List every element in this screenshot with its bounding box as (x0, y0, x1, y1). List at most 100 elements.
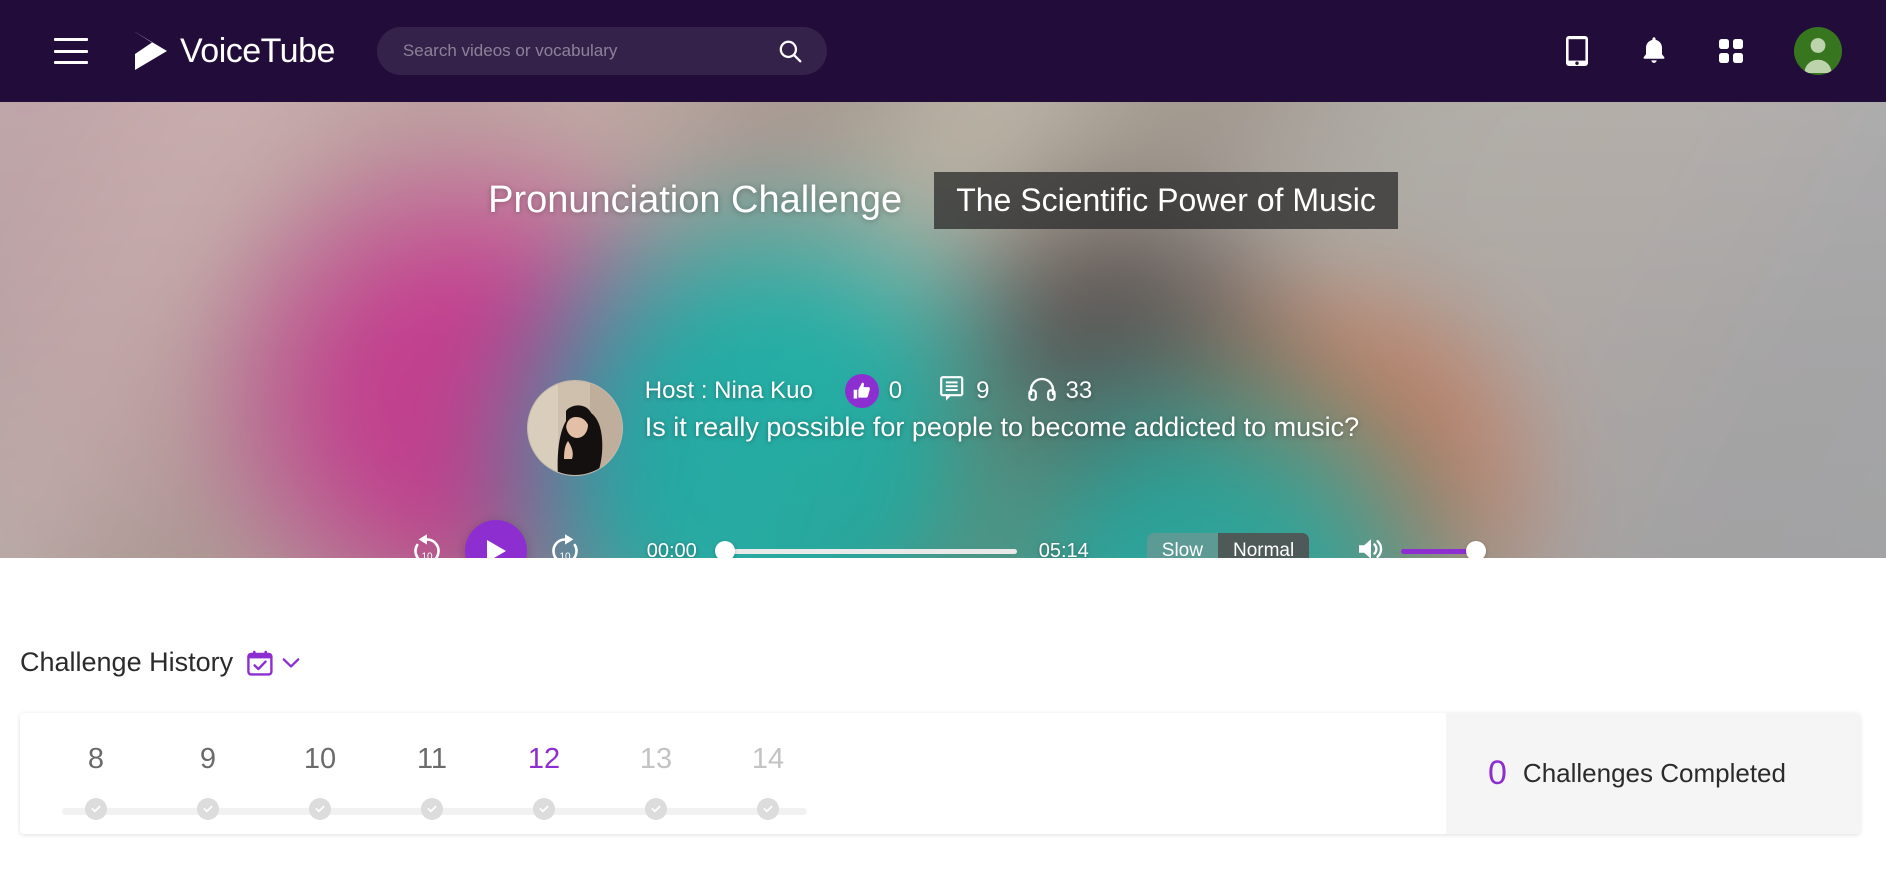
volume-area (1357, 536, 1487, 558)
hero-title-row: Pronunciation Challenge The Scientific P… (0, 172, 1886, 229)
bell-icon (1643, 37, 1665, 63)
speed-slow-button[interactable]: Slow (1147, 533, 1218, 558)
comment-count: 9 (976, 377, 990, 404)
day-marker[interactable] (152, 798, 264, 820)
video-hero: Pronunciation Challenge The Scientific P… (0, 102, 1886, 558)
rewind-10-icon: 10 (414, 534, 440, 558)
day-item[interactable]: 11 (376, 745, 488, 785)
video-title: The Scientific Power of Music (934, 172, 1398, 229)
app-header: VoiceTube (0, 0, 1886, 102)
check-circle-icon (85, 798, 107, 820)
header-actions (1564, 27, 1842, 75)
day-number: 11 (416, 743, 448, 775)
host-stats-line: Host : Nina Kuo 0 9 33 (645, 374, 1359, 408)
search-icon (779, 40, 802, 63)
check-circle-icon (533, 798, 555, 820)
user-avatar[interactable] (1794, 27, 1842, 75)
day-marker[interactable] (712, 798, 824, 820)
hero-content: Pronunciation Challenge The Scientific P… (0, 102, 1886, 558)
check-circle-icon (421, 798, 443, 820)
day-marker[interactable] (40, 798, 152, 820)
day-item[interactable]: 13 (600, 745, 712, 785)
day-labels-row: 8 9 10 11 12 13 14 (40, 745, 840, 785)
check-circle-icon (757, 798, 779, 820)
check-circle-icon (197, 798, 219, 820)
day-marker[interactable] (600, 798, 712, 820)
video-question: Is it really possible for people to beco… (644, 412, 1360, 442)
speed-normal-button[interactable]: Normal (1217, 533, 1310, 558)
calendar-check-icon (247, 650, 273, 676)
headphones-icon (1027, 377, 1056, 406)
history-card: 8 9 10 11 12 13 14 0 Challenges Complete… (20, 713, 1860, 834)
total-time: 05:14 (1038, 539, 1089, 559)
headphones-glyph (1027, 377, 1056, 401)
volume-icon[interactable] (1357, 536, 1387, 558)
seek-area: 00:00 05:14 (641, 539, 1095, 559)
history-title: Challenge History (20, 647, 234, 677)
check-circle-icon (645, 798, 667, 820)
current-time: 00:00 (646, 539, 697, 559)
grid-dots-icon (1719, 39, 1743, 63)
challenge-history-section: Challenge History 8 9 10 11 12 13 14 0 C… (0, 558, 1886, 880)
chevron-down-icon (282, 657, 300, 668)
day-marker[interactable] (376, 798, 488, 820)
day-number: 14 (751, 743, 785, 775)
day-marker[interactable] (264, 798, 376, 820)
history-header: Challenge History (20, 647, 300, 678)
hamburger-bar (54, 49, 88, 53)
mobile-app-icon[interactable] (1564, 35, 1590, 67)
like-stat[interactable]: 0 (844, 374, 903, 408)
listen-stat: 33 (1027, 377, 1093, 406)
day-marker-current[interactable] (488, 798, 600, 820)
calendar-toggle[interactable] (247, 650, 300, 676)
day-number: 10 (303, 743, 337, 775)
host-info-row: Host : Nina Kuo 0 9 33 Is it really poss… (0, 374, 1886, 476)
volume-slider[interactable] (1401, 541, 1487, 558)
day-item[interactable]: 10 (264, 745, 376, 785)
person-icon (1804, 38, 1832, 73)
like-count: 0 (888, 377, 903, 404)
speech-bubble-icon (940, 375, 964, 401)
player-controls: 10 10 00:00 05:14 Slow Normal (0, 520, 1886, 558)
host-name: Host : Nina Kuo (644, 377, 813, 404)
search-button[interactable] (773, 38, 807, 64)
day-number: 8 (87, 743, 105, 775)
progress-handle[interactable] (714, 541, 735, 558)
day-item-current[interactable]: 12 (488, 745, 600, 785)
hamburger-bar (54, 38, 88, 41)
host-avatar[interactable] (526, 380, 623, 476)
check-circle-icon (309, 798, 331, 820)
brand-name: VoiceTube (180, 31, 335, 70)
completed-count: 0 (1488, 754, 1507, 792)
voicetube-logo[interactable]: VoiceTube (132, 30, 335, 72)
challenges-completed-panel: 0 Challenges Completed (1446, 713, 1860, 834)
challenge-title: Pronunciation Challenge (488, 179, 903, 221)
rewind-10-button[interactable]: 10 (407, 531, 447, 558)
forward-10-button[interactable]: 10 (545, 531, 585, 558)
play-button[interactable] (464, 520, 527, 558)
volume-handle[interactable] (1466, 541, 1487, 558)
notifications-icon[interactable] (1640, 35, 1668, 67)
progress-slider[interactable] (714, 541, 1017, 558)
day-item[interactable]: 14 (712, 745, 824, 785)
day-item[interactable]: 9 (152, 745, 264, 785)
day-number: 12 (527, 743, 561, 775)
hamburger-menu-icon[interactable] (54, 38, 88, 64)
day-number: 9 (199, 743, 217, 775)
thumbs-up-icon (844, 374, 879, 408)
comment-icon (940, 375, 966, 407)
mobile-phone-icon (1566, 36, 1588, 66)
day-item[interactable]: 8 (40, 745, 152, 785)
listen-count: 33 (1065, 377, 1093, 404)
comment-stat[interactable]: 9 (940, 375, 990, 407)
day-markers-row (40, 798, 840, 820)
search-bar[interactable] (376, 27, 827, 75)
apps-grid-icon[interactable] (1718, 38, 1744, 64)
forward-10-icon: 10 (552, 534, 578, 558)
days-pane: 8 9 10 11 12 13 14 (20, 713, 1446, 834)
playback-speed-toggle: Slow Normal (1146, 533, 1310, 558)
host-photo (527, 381, 622, 475)
speaker-icon (1359, 538, 1383, 558)
search-input[interactable] (402, 41, 773, 61)
completed-label: Challenges Completed (1522, 758, 1786, 788)
